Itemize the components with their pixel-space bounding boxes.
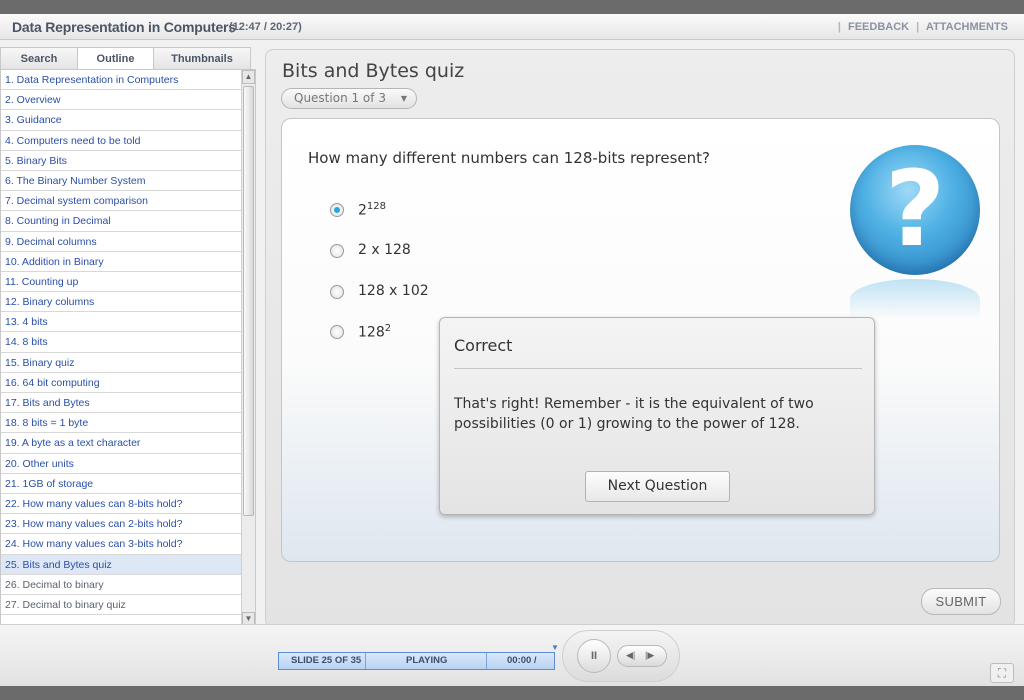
scrollbar[interactable]: ▲ ▼ xyxy=(241,70,255,626)
sidebar-item[interactable]: 20. Other units xyxy=(1,454,241,474)
slide-nav: ◀| |▶ xyxy=(617,645,667,667)
option-label: 2 x 128 xyxy=(358,242,411,258)
feedback-dialog: Correct That's right! Remember - it is t… xyxy=(439,317,875,515)
slide-area: Bits and Bytes quiz Question 1 of 3 ▼ Ho… xyxy=(265,49,1015,628)
icon-reflection xyxy=(850,279,980,319)
sidebar-item[interactable]: 12. Binary columns xyxy=(1,292,241,313)
radio-button[interactable] xyxy=(330,285,344,299)
radio-button[interactable] xyxy=(330,203,344,217)
option-label: 128 x 102 xyxy=(358,283,429,299)
outline-panel: 1. Data Representation in Computers 2. Ov… xyxy=(0,69,256,627)
feedback-message: That's right! Remember - it is the equiv… xyxy=(454,396,814,432)
tab-thumbnails[interactable]: Thumbnails xyxy=(153,47,251,69)
sidebar-item[interactable]: 4. Computers need to be told xyxy=(1,131,241,151)
sidebar-item[interactable]: 10. Addition in Binary xyxy=(1,252,241,272)
sidebar-item[interactable]: 3. Guidance xyxy=(1,110,241,131)
progress-marker-icon: ▼ xyxy=(551,643,559,652)
sidebar-item[interactable]: 1. Data Representation in Computers xyxy=(1,70,241,91)
sidebar-item[interactable]: 18. 8 bits = 1 byte xyxy=(1,413,241,434)
divider xyxy=(454,368,862,369)
scroll-thumb[interactable] xyxy=(243,86,254,516)
course-title: Data Representation in Computers xyxy=(12,19,236,35)
next-question-button[interactable]: Next Question xyxy=(585,471,730,502)
sidebar-item[interactable]: 21. 1GB of storage xyxy=(1,474,241,494)
sidebar: Search Outline Thumbnails 1. Data Repres… xyxy=(0,47,256,627)
sidebar-item[interactable]: 25. Bits and Bytes quiz xyxy=(1,554,241,575)
outline-list: 1. Data Representation in Computers 2. Ov… xyxy=(1,70,241,626)
tab-search[interactable]: Search xyxy=(0,47,78,69)
sidebar-item[interactable]: 24. How many values can 3-bits hold? xyxy=(1,534,241,555)
player-controls: ▼ SLIDE 25 OF 35 PLAYING 00:00 / II ◀| |… xyxy=(0,624,1024,686)
question-mark-icon: ? xyxy=(850,145,980,275)
scroll-up-icon[interactable]: ▲ xyxy=(242,70,255,84)
top-links: | FEEDBACK | ATTACHMENTS xyxy=(834,21,1008,33)
question-text: How many different numbers can 128-bits … xyxy=(308,149,711,167)
sidebar-item[interactable]: 27. Decimal to binary quiz xyxy=(1,595,241,616)
playback-control-group: II ◀| |▶ xyxy=(562,630,680,682)
sidebar-item[interactable]: 16. 64 bit computing xyxy=(1,373,241,393)
question-selector-label: Question 1 of 3 xyxy=(294,91,386,105)
question-selector[interactable]: Question 1 of 3 ▼ xyxy=(281,88,417,109)
sidebar-item[interactable]: 9. Decimal columns xyxy=(1,232,241,252)
page-title: Bits and Bytes quiz xyxy=(282,60,465,82)
feedback-link[interactable]: FEEDBACK xyxy=(848,21,909,33)
option-label: 2128 xyxy=(358,201,387,219)
next-slide-icon[interactable]: |▶ xyxy=(645,650,654,661)
sidebar-item[interactable]: 22. How many values can 8-bits hold? xyxy=(1,494,241,515)
sidebar-item[interactable]: 15. Binary quiz xyxy=(1,353,241,373)
sidebar-item[interactable]: 7. Decimal system comparison xyxy=(1,191,241,212)
divider xyxy=(365,653,366,669)
feedback-title: Correct xyxy=(454,336,513,355)
divider xyxy=(486,653,487,669)
sidebar-item[interactable]: 2. Overview xyxy=(1,90,241,111)
player-frame: Data Representation in Computers (12:47 … xyxy=(0,14,1024,686)
title-bar: Data Representation in Computers (12:47 … xyxy=(0,14,1024,40)
attachments-link[interactable]: ATTACHMENTS xyxy=(926,21,1008,33)
separator: | xyxy=(837,21,841,33)
sidebar-item[interactable]: 11. Counting up xyxy=(1,272,241,293)
question-card: How many different numbers can 128-bits … xyxy=(281,118,1000,562)
sidebar-tabs: Search Outline Thumbnails xyxy=(0,47,256,70)
separator: | xyxy=(916,21,920,33)
elapsed-time: 00:00 / xyxy=(507,655,537,666)
radio-button[interactable] xyxy=(330,325,344,339)
tab-outline[interactable]: Outline xyxy=(77,47,154,70)
time-readout: (12:47 / 20:27) xyxy=(229,21,302,33)
chevron-down-icon: ▼ xyxy=(400,94,407,103)
slide-counter: SLIDE 25 OF 35 xyxy=(291,655,362,666)
sidebar-item[interactable]: 19. A byte as a text character xyxy=(1,433,241,454)
radio-button[interactable] xyxy=(330,244,344,258)
sidebar-item[interactable]: 13. 4 bits xyxy=(1,312,241,333)
option-label: 1282 xyxy=(358,323,392,341)
sidebar-item[interactable]: 5. Binary Bits xyxy=(1,151,241,171)
sidebar-item[interactable]: 23. How many values can 2-bits hold? xyxy=(1,514,241,535)
sidebar-item[interactable]: 14. 8 bits xyxy=(1,332,241,353)
sidebar-item[interactable]: 6. The Binary Number System xyxy=(1,171,241,192)
sidebar-item[interactable]: 26. Decimal to binary xyxy=(1,575,241,595)
sidebar-item[interactable]: 17. Bits and Bytes xyxy=(1,393,241,414)
playback-state: PLAYING xyxy=(406,655,448,666)
previous-slide-icon[interactable]: ◀| xyxy=(626,650,635,661)
pause-button[interactable]: II xyxy=(577,639,611,673)
status-strip: SLIDE 25 OF 35 PLAYING 00:00 / xyxy=(278,652,555,670)
fullscreen-icon[interactable]: ⛶ xyxy=(990,663,1014,683)
sidebar-item[interactable]: 8. Counting in Decimal xyxy=(1,211,241,232)
submit-button[interactable]: SUBMIT xyxy=(921,588,1001,615)
